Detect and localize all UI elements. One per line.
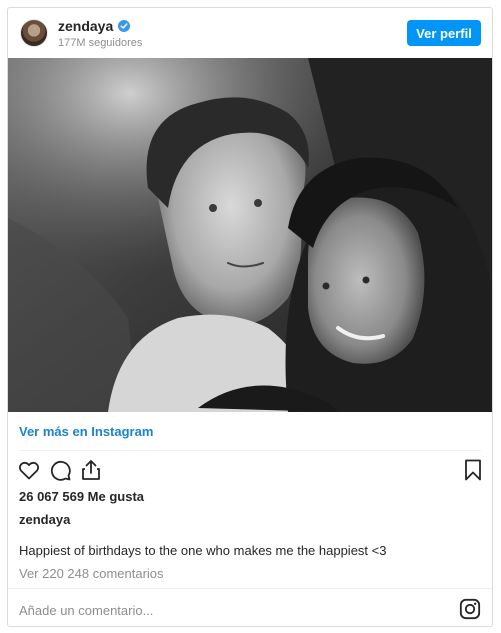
view-comments-link[interactable]: Ver 220 248 comentarios [19,566,164,581]
avatar[interactable] [20,19,48,47]
like-count[interactable]: 26 067 569 Me gusta [19,489,144,504]
user-block: zendaya 177M seguidores [58,18,142,49]
share-icon[interactable] [79,458,103,482]
view-more-on-instagram-link[interactable]: Ver más en Instagram [19,424,153,439]
comment-input[interactable] [19,600,399,620]
comment-icon[interactable] [48,458,72,482]
divider [19,450,481,451]
view-profile-button[interactable]: Ver perfil [407,20,481,46]
bookmark-icon[interactable] [461,458,485,482]
heart-icon[interactable] [17,458,41,482]
instagram-icon[interactable] [459,598,481,620]
post-owner[interactable]: zendaya [19,512,70,527]
post-caption: Happiest of birthdays to the one who mak… [19,543,387,558]
instagram-embed-card: zendaya 177M seguidores Ver perfil Ver m… [7,7,493,627]
username[interactable]: zendaya [58,18,113,34]
post-header: zendaya 177M seguidores Ver perfil [8,8,492,58]
comment-bar [8,588,492,626]
follower-count: 177M seguidores [58,37,143,49]
verified-badge-icon [118,20,131,32]
action-bar [8,458,492,484]
username-row: zendaya [58,18,142,34]
post-photo[interactable] [8,58,492,412]
